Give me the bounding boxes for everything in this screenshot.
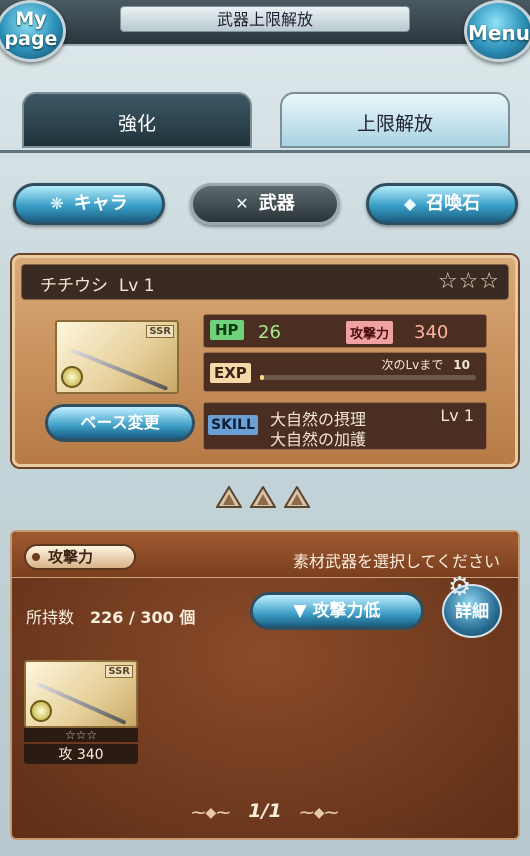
weapon-name-bar: チチウシ Lv 1 ☆☆☆ [21, 264, 509, 300]
skill-level: Lv 1 [440, 406, 474, 425]
mypage-label-line2: page [4, 28, 58, 50]
sort-key-pill[interactable]: 攻撃力 [24, 544, 136, 570]
top-bar: 武器上限解放 [0, 0, 530, 46]
category-summon-label: 召喚石 [426, 193, 481, 214]
triangle-icon [249, 485, 277, 508]
element-icon [61, 366, 83, 388]
category-chara-label: キャラ [73, 193, 128, 214]
detail-label: 詳細 [455, 602, 489, 622]
attack-value: 340 [414, 322, 449, 343]
crystal-icon: ◆ [403, 194, 417, 213]
attack-label: 攻撃力 [346, 321, 394, 344]
category-chara-button[interactable]: ❋ キャラ [13, 183, 165, 225]
item-attack: 攻 340 [24, 744, 138, 764]
stat-row: HP 26 攻撃力 340 [203, 314, 487, 348]
sort-button[interactable]: ▼ 攻撃力低 [250, 592, 424, 630]
owned-label: 所持数 [26, 608, 75, 627]
weapon-art [70, 348, 169, 391]
exp-bar [260, 375, 476, 380]
rarity-badge: SSR [105, 665, 133, 678]
triangle-icon [215, 485, 243, 508]
base-weapon-panel: チチウシ Lv 1 ☆☆☆ SSR HP 26 攻撃力 340 EXP 次のLv… [12, 255, 518, 467]
weapon-name-line: チチウシ Lv 1 [40, 271, 155, 296]
ornament-left-icon: ⁓◆⁓ [191, 805, 231, 821]
mypage-label-line1: My [15, 8, 47, 30]
material-card[interactable]: SSR [24, 660, 138, 728]
page-title: 武器上限解放 [120, 6, 410, 32]
tab-limit-break[interactable]: 上限解放 [280, 92, 510, 148]
next-level-label: 次のLvまで [381, 358, 444, 372]
tab-divider [0, 150, 530, 153]
owned-value: 226 / 300 個 [90, 608, 196, 627]
exp-row: EXP 次のLvまで 10 [203, 352, 487, 392]
category-weapon-button[interactable]: ✕ 武器 [190, 183, 340, 225]
gear-icon: ⚙ [448, 572, 472, 602]
tab-bar: 強化 上限解放 [22, 92, 510, 148]
rarity-badge: SSR [146, 325, 174, 338]
base-change-button[interactable]: ベース変更 [45, 404, 195, 442]
next-level-info: 次のLvまで 10 [382, 356, 471, 373]
element-icon [30, 700, 52, 722]
mypage-button[interactable]: My page [0, 0, 66, 62]
category-summon-button[interactable]: ◆ 召喚石 [366, 183, 518, 225]
weapon-art [37, 682, 127, 725]
tab-enhance[interactable]: 強化 [22, 92, 252, 148]
item-stars: ☆☆☆ [24, 728, 138, 742]
exp-label: EXP [210, 363, 251, 383]
material-header: 攻撃力 素材武器を選択してください [12, 532, 518, 578]
hp-label: HP [210, 320, 244, 340]
skill-label: SKILL [208, 415, 258, 435]
material-section: 攻撃力 素材武器を選択してください 所持数 226 / 300 個 ▼ 攻撃力低 … [10, 530, 520, 840]
category-weapon-label: 武器 [258, 193, 295, 214]
menu-button[interactable]: Menu [464, 0, 530, 62]
skill-row: SKILL 大自然の摂理 大自然の加護 Lv 1 [203, 402, 487, 450]
app-screen: 武器上限解放 My page Menu 強化 上限解放 ❋ キャラ ✕ 武器 ◆ 召喚… [0, 0, 530, 856]
exp-bar-fill [260, 375, 265, 380]
next-level-value: 10 [453, 358, 470, 372]
triangle-icon [283, 485, 311, 508]
owned-count: 所持数 226 / 300 個 [26, 604, 195, 628]
page-indicator: 1/1 [248, 800, 282, 822]
ornament-right-icon: ⁓◆⁓ [299, 805, 339, 821]
hp-value: 26 [258, 322, 281, 343]
uncap-stars: ☆☆☆ [437, 269, 500, 294]
menu-label: Menu [468, 21, 530, 45]
instruction-text: 素材武器を選択してください [292, 552, 500, 571]
swords-icon: ✕ [235, 194, 249, 213]
weapon-name: チチウシ [40, 276, 108, 296]
skill-name-2: 大自然の加護 [270, 430, 367, 449]
chara-icon: ❋ [50, 194, 64, 213]
material-item[interactable]: SSR ☆☆☆ 攻 340 [24, 660, 138, 764]
base-weapon-card[interactable]: SSR [55, 320, 179, 394]
weapon-level: Lv 1 [118, 276, 155, 296]
pagination: ⁓◆⁓ 1/1 ⁓◆⁓ [12, 800, 518, 822]
